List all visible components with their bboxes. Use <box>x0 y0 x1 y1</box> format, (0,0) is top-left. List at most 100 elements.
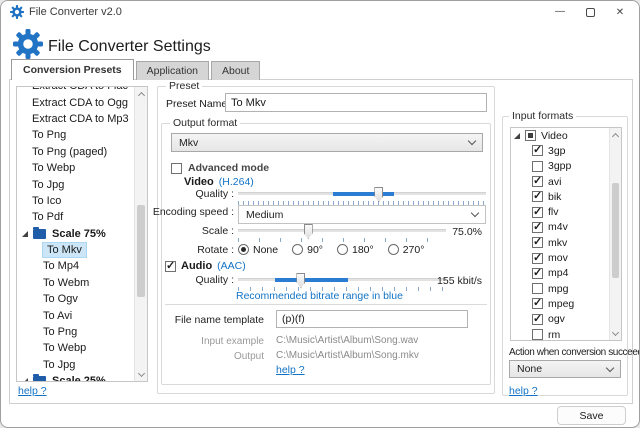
preset-item[interactable]: Extract CDA to Mp3 <box>17 111 134 127</box>
format-row[interactable]: avi <box>511 174 609 189</box>
tab-conversion-presets[interactable]: Conversion Presets <box>11 59 134 80</box>
rotate-option-90deg[interactable]: 90° <box>292 244 323 256</box>
rotate-option-label: 270° <box>403 244 425 256</box>
format-checkbox-rm[interactable] <box>532 329 543 340</box>
format-row[interactable]: flv <box>511 204 609 219</box>
expander-icon[interactable] <box>514 133 520 139</box>
radio-icon[interactable] <box>388 244 399 255</box>
preset-item[interactable]: To Ico <box>17 193 134 209</box>
format-row[interactable]: 3gpp <box>511 159 609 174</box>
expander-icon[interactable] <box>22 378 28 381</box>
close-button[interactable]: ✕ <box>605 1 635 23</box>
audio-section-row[interactable]: Audio (AAC) <box>165 260 246 272</box>
format-row[interactable]: mpeg <box>511 296 609 311</box>
format-checkbox-mkv[interactable] <box>532 237 543 248</box>
encoding-speed-select[interactable]: Medium <box>238 205 486 224</box>
radio-icon[interactable] <box>238 244 249 255</box>
format-row[interactable]: mpg <box>511 281 609 296</box>
scroll-down-button[interactable] <box>610 327 621 339</box>
preset-folder[interactable]: Scale 25% <box>17 373 134 381</box>
input-formats-list[interactable]: Video3gp3gppavibikflvm4vmkvmovmp4mpgmpeg… <box>510 127 622 341</box>
preset-item[interactable]: To Pdf <box>17 209 134 225</box>
rotate-option-none[interactable]: None <box>238 244 278 256</box>
preset-item[interactable]: To Mp4 <box>17 258 134 274</box>
title-bar[interactable]: File Converter v2.0 — ✕ <box>1 1 639 23</box>
video-scale-slider[interactable] <box>238 224 446 237</box>
format-checkbox-bik[interactable] <box>532 191 543 202</box>
format-checkbox-3gp[interactable] <box>532 145 543 156</box>
preset-folder[interactable]: Scale 75% <box>17 226 134 242</box>
format-checkbox-3gpp[interactable] <box>532 161 543 172</box>
tab-about[interactable]: About <box>211 61 260 80</box>
scroll-up-button[interactable] <box>610 129 621 141</box>
radio-icon[interactable] <box>337 244 348 255</box>
presets-help-link[interactable]: help ? <box>18 385 47 397</box>
format-row[interactable]: ogv <box>511 312 609 327</box>
preset-item[interactable]: To Ogv <box>17 291 134 307</box>
preset-item[interactable]: To Mkv <box>17 242 134 258</box>
preset-item[interactable]: To Jpg <box>17 176 134 192</box>
slider-thumb[interactable] <box>304 224 313 239</box>
preset-item[interactable]: To Png <box>17 127 134 143</box>
format-row[interactable]: mov <box>511 250 609 265</box>
video-quality-slider[interactable] <box>238 187 486 200</box>
preset-item-label: Extract CDA to Mp3 <box>17 113 129 125</box>
minimize-button[interactable]: — <box>545 1 575 23</box>
format-checkbox-mpg[interactable] <box>532 283 543 294</box>
action-select[interactable]: None <box>509 360 621 378</box>
audio-enabled-checkbox[interactable] <box>165 261 176 272</box>
format-row[interactable]: rm <box>511 327 609 341</box>
preset-name-input[interactable] <box>225 93 487 112</box>
scroll-up-button[interactable] <box>135 88 147 100</box>
advanced-mode-checkbox[interactable] <box>171 163 182 174</box>
preset-item[interactable]: To Avi <box>17 307 134 323</box>
preset-item[interactable]: Extract CDA to Flac <box>17 87 134 94</box>
expander-icon[interactable] <box>22 231 28 237</box>
format-checkbox-ogv[interactable] <box>532 314 543 325</box>
preset-name-label: Preset Name <box>166 98 227 110</box>
format-checkbox-mp4[interactable] <box>532 268 543 279</box>
format-row[interactable]: 3gp <box>511 143 609 158</box>
file-name-help-link[interactable]: help ? <box>276 364 305 376</box>
format-checkbox-avi[interactable] <box>532 176 543 187</box>
preset-item-label: To Jpg <box>17 359 75 371</box>
preset-item[interactable]: Extract CDA to Ogg <box>17 94 134 110</box>
radio-icon[interactable] <box>292 244 303 255</box>
slider-thumb[interactable] <box>374 187 383 202</box>
format-root-row[interactable]: Video <box>511 128 609 143</box>
format-row[interactable]: mkv <box>511 235 609 250</box>
advanced-mode-row[interactable]: Advanced mode <box>171 162 269 174</box>
preset-item[interactable]: To Webp <box>17 340 134 356</box>
format-checkbox-mpeg[interactable] <box>532 298 543 309</box>
file-name-template-input[interactable] <box>276 310 468 328</box>
preset-list[interactable]: Extract CDA to FlacExtract CDA to Ogg Ext… <box>16 86 148 382</box>
format-row[interactable]: m4v <box>511 220 609 235</box>
slider-thumb[interactable] <box>296 273 305 288</box>
preset-list-scrollbar[interactable] <box>134 87 147 381</box>
preset-item[interactable]: To Webp <box>17 160 134 176</box>
preset-item[interactable]: To Png <box>17 324 134 340</box>
tab-application[interactable]: Application <box>136 61 209 80</box>
format-row[interactable]: bik <box>511 189 609 204</box>
format-checkbox-flv[interactable] <box>532 207 543 218</box>
preset-item[interactable]: To Jpg <box>17 357 134 373</box>
maximize-button[interactable] <box>575 1 605 23</box>
formats-help-link[interactable]: help ? <box>509 385 538 397</box>
formats-scrollbar[interactable] <box>609 128 621 340</box>
video-formats-checkbox[interactable] <box>525 130 536 141</box>
output-format-select[interactable]: Mkv <box>171 133 483 152</box>
input-formats-group: Input formats Video3gp3gppavibikflvm4vmk… <box>502 116 628 396</box>
preset-item[interactable]: To Webm <box>17 275 134 291</box>
format-row[interactable]: mp4 <box>511 266 609 281</box>
rotate-option-270deg[interactable]: 270° <box>388 244 425 256</box>
preset-item[interactable]: To Png (paged) <box>17 144 134 160</box>
minimize-icon: — <box>555 6 565 17</box>
rotate-option-180deg[interactable]: 180° <box>337 244 374 256</box>
audio-quality-slider[interactable] <box>238 273 446 286</box>
scroll-down-button[interactable] <box>135 368 147 380</box>
format-checkbox-m4v[interactable] <box>532 222 543 233</box>
save-button[interactable]: Save <box>557 406 626 425</box>
scrollbar-thumb[interactable] <box>612 183 619 278</box>
format-checkbox-mov[interactable] <box>532 253 543 264</box>
scrollbar-thumb[interactable] <box>137 205 145 297</box>
